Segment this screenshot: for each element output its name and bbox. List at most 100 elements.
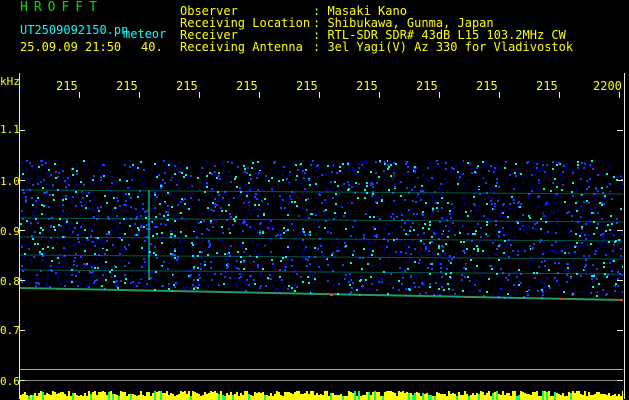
hot-spot	[465, 296, 468, 298]
y-tick-mark	[617, 380, 623, 381]
noise-pixel	[392, 287, 394, 289]
noise-pixel	[250, 178, 252, 180]
noise-pixel	[43, 179, 45, 181]
noise-pixel	[153, 223, 155, 225]
level-bar	[592, 395, 594, 400]
level-bar	[146, 392, 148, 400]
level-bar	[240, 393, 242, 400]
noise-pixel	[124, 274, 126, 276]
noise-pixel	[192, 244, 194, 246]
noise-pixel	[280, 207, 282, 209]
noise-pixel	[399, 240, 401, 242]
noise-pixel	[101, 285, 103, 287]
noise-pixel	[242, 203, 244, 205]
noise-pixel	[108, 231, 110, 233]
noise-pixel	[616, 253, 618, 255]
noise-pixel	[596, 252, 598, 254]
noise-pixel	[379, 263, 381, 265]
noise-pixel	[234, 265, 236, 267]
noise-pixel	[35, 164, 37, 166]
noise-pixel	[234, 220, 236, 222]
y-tick-mark	[617, 180, 623, 181]
noise-pixel	[55, 177, 57, 179]
noise-pixel	[556, 162, 558, 164]
noise-pixel	[435, 282, 437, 284]
level-bar	[474, 395, 476, 400]
noise-pixel	[42, 229, 44, 231]
noise-pixel	[520, 282, 522, 284]
noise-pixel	[268, 229, 270, 231]
noise-pixel	[60, 225, 62, 227]
level-bar	[598, 392, 600, 400]
noise-pixel	[509, 208, 511, 210]
noise-pixel	[448, 226, 450, 228]
noise-pixel	[152, 235, 154, 237]
noise-pixel	[57, 276, 59, 278]
noise-pixel	[373, 216, 375, 218]
noise-pixel	[497, 293, 499, 295]
noise-pixel	[152, 215, 154, 217]
noise-pixel	[171, 178, 173, 180]
level-bar	[368, 392, 370, 400]
noise-pixel	[106, 174, 108, 176]
noise-pixel	[444, 178, 446, 180]
noise-pixel	[519, 168, 521, 170]
noise-pixel	[300, 276, 302, 278]
noise-pixel	[83, 266, 85, 268]
noise-pixel	[260, 285, 262, 287]
noise-pixel	[599, 202, 601, 204]
noise-pixel	[400, 195, 402, 197]
noise-pixel	[491, 203, 493, 205]
noise-pixel	[174, 230, 176, 232]
level-bar	[46, 393, 48, 400]
noise-pixel	[576, 210, 578, 212]
noise-pixel	[484, 232, 486, 234]
noise-pixel	[84, 250, 86, 252]
noise-pixel	[64, 285, 66, 287]
noise-pixel	[268, 180, 270, 182]
noise-pixel	[135, 167, 137, 169]
noise-pixel	[483, 215, 485, 217]
noise-pixel	[27, 177, 29, 179]
noise-pixel	[194, 226, 196, 228]
noise-pixel	[174, 220, 176, 222]
noise-pixel	[427, 267, 429, 269]
noise-pixel	[603, 231, 605, 233]
noise-pixel	[482, 161, 484, 163]
level-bar	[618, 394, 620, 400]
noise-pixel	[107, 188, 109, 190]
noise-pixel	[248, 205, 250, 207]
noise-pixel	[584, 268, 586, 270]
noise-pixel	[159, 213, 161, 215]
noise-pixel	[418, 252, 420, 254]
level-bar	[290, 393, 292, 400]
level-bar	[260, 393, 262, 400]
level-bar	[606, 395, 608, 400]
noise-pixel	[335, 203, 337, 205]
noise-pixel	[296, 205, 298, 207]
noise-pixel	[150, 243, 152, 245]
noise-pixel	[466, 248, 468, 250]
noise-pixel	[574, 251, 576, 253]
noise-pixel	[554, 178, 556, 180]
noise-pixel	[113, 246, 115, 248]
level-bar	[516, 396, 518, 400]
noise-pixel	[134, 234, 136, 236]
noise-pixel	[558, 284, 560, 286]
level-bar	[440, 394, 442, 400]
noise-pixel	[116, 227, 118, 229]
noise-pixel	[295, 164, 297, 166]
noise-pixel	[609, 233, 611, 235]
noise-pixel	[239, 279, 241, 281]
noise-pixel	[75, 281, 77, 283]
noise-pixel	[300, 183, 302, 185]
noise-pixel	[496, 248, 498, 250]
noise-pixel	[472, 291, 474, 293]
level-bar	[76, 395, 78, 400]
noise-pixel	[39, 232, 41, 234]
noise-pixel	[443, 289, 445, 291]
noise-pixel	[216, 252, 218, 254]
noise-pixel	[511, 196, 513, 198]
level-bar	[370, 395, 372, 400]
noise-pixel	[475, 226, 477, 228]
